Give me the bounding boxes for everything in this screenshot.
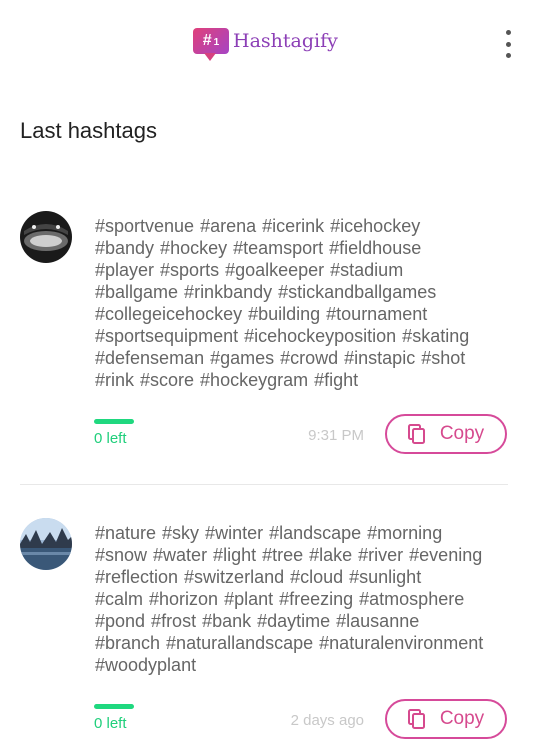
hashtag-line: #ballgame #rinkbandy #stickandballgames (95, 282, 437, 302)
timestamp: 9:31 PM (308, 427, 364, 444)
avatar (20, 518, 72, 570)
copy-button[interactable]: Copy (385, 414, 507, 454)
hashtag-line: #pond #frost #bank #daytime #lausanne (95, 611, 420, 631)
hashtag-line: #woodyplant (95, 655, 197, 675)
remaining-progress-bar (94, 704, 134, 709)
remaining-count: 0 left (94, 430, 127, 447)
logo-badge-symbol: # (202, 32, 212, 49)
hashtag-line: #calm #horizon #plant #freezing #atmosph… (95, 589, 465, 609)
card-divider (20, 484, 508, 485)
hashtag-line: #bandy #hockey #teamsport #fieldhouse (95, 238, 422, 258)
more-vert-icon[interactable] (497, 30, 519, 58)
remaining-progress-bar (94, 419, 134, 424)
section-title: Last hashtags (20, 118, 157, 143)
arena-photo-icon (20, 211, 72, 263)
hashtag-line: #nature #sky #winter #landscape #morning (95, 523, 443, 543)
hashtag-list: #nature #sky #winter #landscape #morning… (95, 522, 515, 676)
hashtag-line: #collegeicehockey #building #tournament (95, 304, 428, 324)
logo-badge: #1 (193, 28, 229, 61)
hashtag-line: #branch #naturallandscape #naturalenviro… (95, 633, 484, 653)
copy-icon (407, 424, 426, 444)
logo-badge-number: 1 (213, 36, 220, 48)
remaining-count: 0 left (94, 715, 127, 732)
hashtag-line: #snow #water #light #tree #lake #river #… (95, 545, 483, 565)
hashtag-line: #sportvenue #arena #icerink #icehockey (95, 216, 421, 236)
app-logo: #1 Hashtagify (193, 28, 338, 62)
hashtag-line: #reflection #switzerland #cloud #sunligh… (95, 567, 422, 587)
menu-dot (505, 53, 511, 58)
hashtag-line: #rink #score #hockeygram #fight (95, 370, 359, 390)
app-name: Hashtagify (233, 30, 338, 52)
hashtag-line: #defenseman #games #crowd #instapic #sho… (95, 348, 466, 368)
avatar (20, 211, 72, 263)
menu-dot (505, 41, 511, 47)
copy-label: Copy (439, 423, 485, 444)
menu-dot (505, 30, 511, 35)
app-bar: #1 Hashtagify (0, 0, 553, 90)
hashtag-line: #player #sports #goalkeeper #stadium (95, 260, 404, 280)
copy-icon (407, 709, 426, 729)
copy-button[interactable]: Copy (385, 699, 507, 739)
timestamp: 2 days ago (290, 712, 364, 729)
copy-label: Copy (439, 708, 485, 729)
hashtag-line: #sportsequipment #icehockeyposition #ska… (95, 326, 470, 346)
lake-photo-icon (20, 518, 72, 570)
hashtag-list: #sportvenue #arena #icerink #icehockey #… (95, 215, 515, 391)
